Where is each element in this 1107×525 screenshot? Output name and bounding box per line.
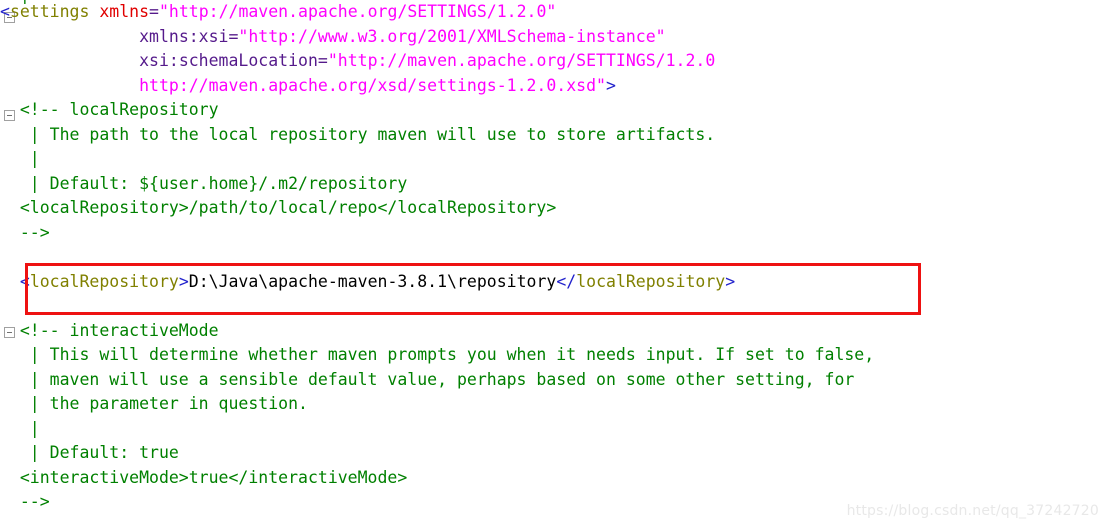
- line-blank-2[interactable]: [0, 294, 1107, 319]
- code-token: | Default: ${user.home}/.m2/repository: [0, 173, 408, 193]
- code-token: <interactiveMode>true</interactiveMode>: [0, 467, 408, 487]
- code-token: | The path to the local repository maven…: [0, 124, 716, 144]
- line-xmlns-xsi[interactable]: xmlns:xsi="http://www.w3.org/2001/XMLSch…: [0, 25, 1107, 50]
- code-token: <: [0, 2, 10, 21]
- line-comment-default-repo[interactable]: | Default: ${user.home}/.m2/repository: [0, 172, 1107, 197]
- line-comment-sample-interactivemode[interactable]: <interactiveMode>true</interactiveMode>: [0, 466, 1107, 491]
- line-active-localrepository[interactable]: <localRepository>D:\Java\apache-maven-3.…: [0, 270, 1107, 295]
- code-token: "http://www.w3.org/2001/XMLSchema-instan…: [238, 26, 666, 46]
- code-token: =: [149, 2, 159, 21]
- code-token: <localRepository>/path/to/local/repo</lo…: [0, 198, 557, 217]
- code-token: <!-- localRepository: [0, 100, 219, 119]
- code-token: >: [178, 271, 189, 291]
- code-token: -->: [0, 222, 50, 242]
- code-token: >: [605, 75, 616, 95]
- line-comment-sample-localrepository[interactable]: <localRepository>/path/to/local/repo</lo…: [0, 196, 1107, 221]
- code-token: xsi:schemaLocation: [139, 51, 318, 70]
- line-blank-1[interactable]: [0, 245, 1107, 270]
- code-token: |: [0, 149, 40, 168]
- code-token: =: [317, 51, 328, 70]
- code-token: |: [0, 418, 40, 438]
- code-token: -->: [0, 492, 50, 511]
- code-token: >: [725, 271, 736, 291]
- line-comment-localrepository-open[interactable]: <!-- localRepository: [0, 98, 1107, 123]
- code-token: | Default: true: [0, 443, 179, 462]
- code-token: D:\Java\apache-maven-3.8.1\repository: [188, 271, 557, 291]
- code-token: | the parameter in question.: [0, 394, 308, 413]
- code-token: "http://maven.apache.org/SETTINGS/1.2.0": [158, 2, 557, 21]
- line-comment-interactivemode-open[interactable]: <!-- interactiveMode: [0, 319, 1107, 344]
- line-schemalocation[interactable]: xsi:schemaLocation="http://maven.apache.…: [0, 49, 1107, 74]
- watermark-text: https://blog.csdn.net/qq_37242720: [846, 503, 1099, 519]
- code-token: <: [19, 271, 30, 291]
- code-token: localRepository: [29, 271, 179, 291]
- code-token: localRepository: [576, 271, 726, 291]
- code-token: </: [556, 271, 577, 291]
- line-comment-interactive-desc-2[interactable]: | maven will use a sensible default valu…: [0, 368, 1107, 393]
- line-schemalocation-cont[interactable]: http://maven.apache.org/xsd/settings-1.2…: [0, 74, 1107, 99]
- code-token: =: [228, 26, 239, 46]
- line-comment-default-true[interactable]: | Default: true: [0, 441, 1107, 466]
- code-token: xmlns: [99, 2, 150, 21]
- line-comment-blank-2[interactable]: |: [0, 417, 1107, 442]
- line-comment-path-desc[interactable]: | The path to the local repository maven…: [0, 123, 1107, 148]
- line-comment-close-1[interactable]: -->: [0, 221, 1107, 246]
- line-comment-interactive-desc-1[interactable]: | This will determine whether maven prom…: [0, 343, 1107, 368]
- code-token: <!-- interactiveMode: [0, 320, 219, 340]
- code-content[interactable]: <settings xmlns="http://maven.apache.org…: [0, 0, 1107, 515]
- code-token: xmlns:xsi: [139, 26, 229, 46]
- code-token: | maven will use a sensible default valu…: [0, 369, 855, 389]
- code-token: settings: [9, 2, 90, 21]
- code-token: "http://maven.apache.org/SETTINGS/1.2.0: [327, 51, 716, 70]
- line-comment-interactive-desc-3[interactable]: | the parameter in question.: [0, 392, 1107, 417]
- xml-code-editor[interactable]: | <settings xmlns="http://maven.apache.o…: [0, 0, 1107, 525]
- code-token: http://maven.apache.org/xsd/settings-1.2…: [139, 75, 606, 95]
- line-comment-blank-1[interactable]: |: [0, 147, 1107, 172]
- code-token: | This will determine whether maven prom…: [0, 345, 875, 364]
- line-settings-open[interactable]: <settings xmlns="http://maven.apache.org…: [0, 0, 1107, 25]
